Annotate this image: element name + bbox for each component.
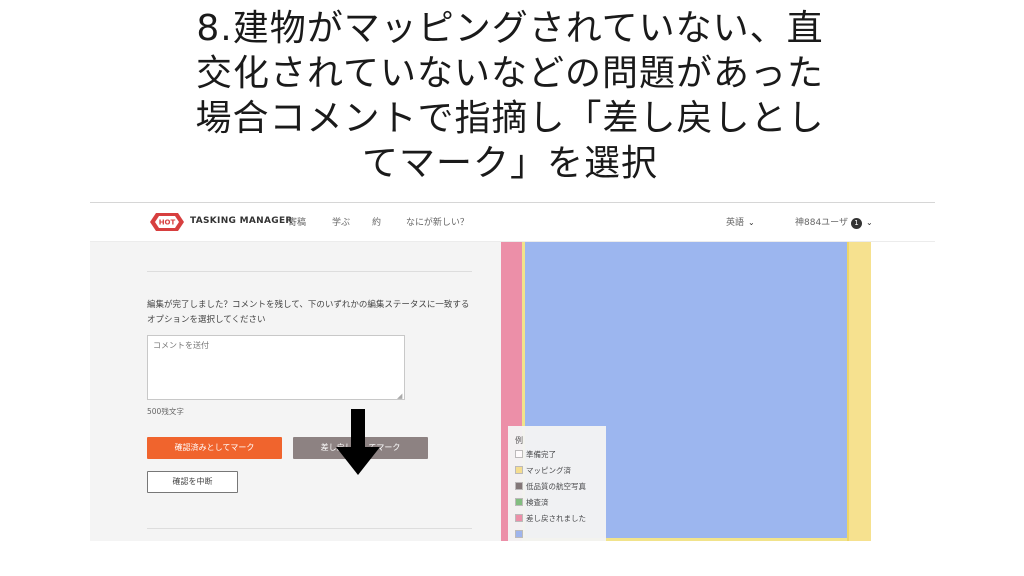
slide-title-line-3: 場合コメントで指摘し「差し戻しとし	[195, 98, 825, 139]
legend-swatch	[515, 482, 523, 490]
nav-item-about[interactable]: 約	[372, 215, 381, 228]
divider	[147, 271, 472, 272]
task-panel: 編集が完了しました？コメントを残して、下のいずれかの編集ステータスに一致するオプ…	[90, 242, 501, 541]
language-label: 英語	[726, 218, 745, 228]
map-legend: 例 準備完了 マッピング済 低品質の航空写真 検査済 差し戻されました	[508, 426, 606, 541]
nav-item-learn[interactable]: 学ぶ	[332, 215, 350, 228]
slide-title-line-2: 交化されていないなどの問題があった	[196, 53, 824, 94]
nav-item-whats-new[interactable]: なにが新しい？	[406, 215, 469, 228]
legend-swatch	[515, 466, 523, 474]
resize-grip-icon[interactable]: ◢	[397, 392, 402, 400]
legend-swatch	[515, 498, 523, 506]
nav-item-contribute[interactable]: 寄稿	[288, 215, 306, 228]
down-arrow-icon	[336, 409, 380, 475]
language-selector[interactable]: 英語 ⌄	[726, 215, 755, 228]
chevron-down-icon: ⌄	[748, 218, 755, 227]
legend-item: 低品質の航空写真	[515, 482, 586, 492]
comment-input[interactable]	[147, 335, 405, 400]
legend-item: 準備完了	[515, 450, 556, 460]
instruction-text: 編集が完了しました？コメントを残して、下のいずれかの編集ステータスに一致するオプ…	[147, 300, 470, 325]
user-name: 神884ユーザ	[795, 218, 848, 228]
slide-title-line-1: 8.建物がマッピングされていない、直	[196, 8, 824, 49]
slide-title-line-4: てマーク」を選択	[361, 143, 658, 184]
notification-badge: 1	[851, 218, 862, 229]
logo-badge-text: HOT	[159, 219, 176, 227]
map-view[interactable]: 例 準備完了 マッピング済 低品質の航空写真 検査済 差し戻されました	[501, 242, 935, 541]
legend-item: 差し戻されました	[515, 514, 586, 524]
legend-swatch	[515, 514, 523, 522]
legend-label: 低品質の航空写真	[526, 482, 586, 491]
legend-label: 差し戻されました	[526, 514, 586, 523]
legend-item: 検査済	[515, 498, 549, 508]
slide-title: 8.建物がマッピングされていない、直 交化されていないなどの問題があった 場合コ…	[130, 6, 890, 186]
slide: 8.建物がマッピングされていない、直 交化されていないなどの問題があった 場合コ…	[0, 0, 1024, 576]
mapped-task-tile[interactable]	[847, 242, 871, 541]
char-count: 500残文字	[147, 407, 184, 416]
legend-title: 例	[515, 436, 523, 445]
mark-as-validated-button[interactable]: 確認済みとしてマーク	[147, 437, 282, 459]
divider	[147, 528, 472, 529]
stop-validation-button[interactable]: 確認を中断	[147, 471, 238, 493]
navbar: HOT TASKING MANAGER 寄稿 学ぶ 約 なにが新しい？ 英語 ⌄ …	[90, 203, 935, 242]
legend-swatch	[515, 530, 523, 538]
app-name[interactable]: TASKING MANAGER	[190, 216, 293, 226]
legend-item: マッピング済	[515, 466, 571, 476]
legend-label: 検査済	[526, 498, 549, 507]
legend-item	[515, 530, 526, 540]
legend-label: 準備完了	[526, 450, 556, 459]
tasking-manager-screenshot: HOT TASKING MANAGER 寄稿 学ぶ 約 なにが新しい？ 英語 ⌄ …	[90, 203, 935, 541]
legend-swatch	[515, 450, 523, 458]
legend-label: マッピング済	[526, 466, 571, 475]
hot-logo-icon[interactable]: HOT	[148, 210, 186, 234]
user-menu[interactable]: 神884ユーザ 1 ⌄	[795, 215, 873, 229]
chevron-down-icon: ⌄	[866, 218, 873, 227]
